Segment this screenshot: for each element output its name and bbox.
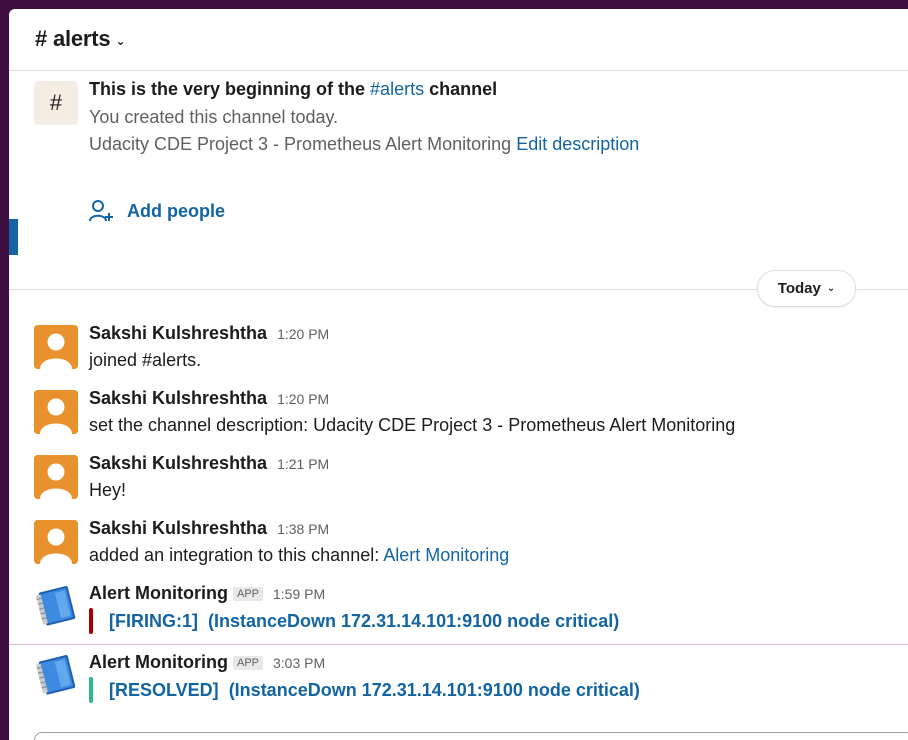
default-user-icon bbox=[34, 455, 78, 499]
app-avatar[interactable] bbox=[34, 583, 78, 629]
sender-name[interactable]: Alert Monitoring bbox=[89, 652, 228, 673]
message-text: Hey! bbox=[89, 480, 127, 500]
channel-header: # alerts ⌄ bbox=[9, 9, 908, 71]
default-user-icon bbox=[34, 390, 78, 434]
channel-view: # alerts ⌄ # This is the very beginning … bbox=[9, 9, 908, 740]
channel-name: # alerts bbox=[35, 26, 111, 51]
message-timestamp[interactable]: 1:38 PM bbox=[277, 521, 329, 537]
default-user-icon bbox=[34, 325, 78, 369]
message-text: joined #alerts. bbox=[89, 350, 202, 370]
alert-title-link[interactable]: [RESOLVED] (InstanceDown 172.31.14.101:9… bbox=[109, 680, 640, 701]
hash-icon: # bbox=[34, 81, 78, 125]
sender-name[interactable]: Sakshi Kulshreshtha bbox=[89, 453, 267, 474]
alert-title-link[interactable]: [FIRING:1] (InstanceDown 172.31.14.101:9… bbox=[109, 611, 619, 632]
message-item[interactable]: Sakshi Kulshreshtha 1:20 PM set the chan… bbox=[9, 384, 908, 446]
message-text: set the channel description: Udacity CDE… bbox=[89, 415, 736, 435]
sender-name[interactable]: Alert Monitoring bbox=[89, 583, 228, 604]
add-person-icon bbox=[89, 200, 113, 222]
alert-status-bar bbox=[89, 608, 93, 634]
user-avatar[interactable] bbox=[34, 325, 78, 369]
message-text: added an integration to this channel: Al… bbox=[89, 545, 510, 565]
sender-name[interactable]: Sakshi Kulshreshtha bbox=[89, 518, 267, 539]
new-messages-divider bbox=[9, 644, 908, 645]
app-avatar[interactable] bbox=[34, 652, 78, 698]
message-item[interactable]: Sakshi Kulshreshtha 1:20 PM joined #aler… bbox=[9, 319, 908, 381]
channel-name-button[interactable]: # alerts ⌄ bbox=[35, 26, 126, 52]
message-item[interactable]: Sakshi Kulshreshtha 1:21 PM Hey! bbox=[9, 449, 908, 511]
channel-intro-subtitle: You created this channel today. bbox=[89, 107, 339, 127]
edit-description-link[interactable]: Edit description bbox=[516, 134, 639, 154]
alert-attachment: [FIRING:1] (InstanceDown 172.31.14.101:9… bbox=[89, 608, 619, 634]
message-timestamp[interactable]: 1:20 PM bbox=[277, 391, 329, 407]
default-user-icon bbox=[34, 520, 78, 564]
channel-intro-title: This is the very beginning of the #alert… bbox=[89, 79, 498, 99]
message-timestamp[interactable]: 1:59 PM bbox=[273, 586, 325, 602]
message-timestamp[interactable]: 1:20 PM bbox=[277, 326, 329, 342]
message-item[interactable]: Alert Monitoring APP 3:03 PM [RESOLVED] … bbox=[9, 648, 908, 710]
notebook-icon bbox=[36, 655, 76, 695]
sender-name[interactable]: Sakshi Kulshreshtha bbox=[89, 388, 267, 409]
message-timestamp[interactable]: 1:21 PM bbox=[277, 456, 329, 472]
chevron-down-icon: ⌄ bbox=[115, 33, 126, 48]
add-people-button[interactable]: Add people bbox=[89, 199, 225, 223]
integration-link[interactable]: Alert Monitoring bbox=[383, 545, 509, 565]
app-badge: APP bbox=[232, 587, 263, 601]
user-avatar[interactable] bbox=[34, 390, 78, 434]
message-item[interactable]: Sakshi Kulshreshtha 1:38 PM added an int… bbox=[9, 514, 908, 576]
notebook-icon bbox=[36, 586, 76, 626]
alert-status-bar bbox=[89, 677, 93, 703]
date-jump-button[interactable]: Today ⌄ bbox=[757, 270, 856, 307]
message-composer[interactable] bbox=[34, 732, 908, 740]
channel-mention-link[interactable]: #alerts bbox=[370, 79, 424, 99]
message-timestamp[interactable]: 3:03 PM bbox=[273, 655, 325, 671]
add-people-label: Add people bbox=[127, 200, 225, 221]
channel-description: Udacity CDE Project 3 - Prometheus Alert… bbox=[89, 134, 640, 154]
user-avatar[interactable] bbox=[34, 455, 78, 499]
message-item[interactable]: Alert Monitoring APP 1:59 PM [FIRING:1] … bbox=[9, 579, 908, 641]
app-badge: APP bbox=[232, 656, 263, 670]
sender-name[interactable]: Sakshi Kulshreshtha bbox=[89, 323, 267, 344]
user-avatar[interactable] bbox=[34, 520, 78, 564]
date-label: Today bbox=[777, 280, 821, 297]
sidebar-selection-indicator bbox=[9, 219, 18, 255]
alert-attachment: [RESOLVED] (InstanceDown 172.31.14.101:9… bbox=[89, 677, 640, 703]
chevron-down-icon: ⌄ bbox=[826, 283, 836, 294]
